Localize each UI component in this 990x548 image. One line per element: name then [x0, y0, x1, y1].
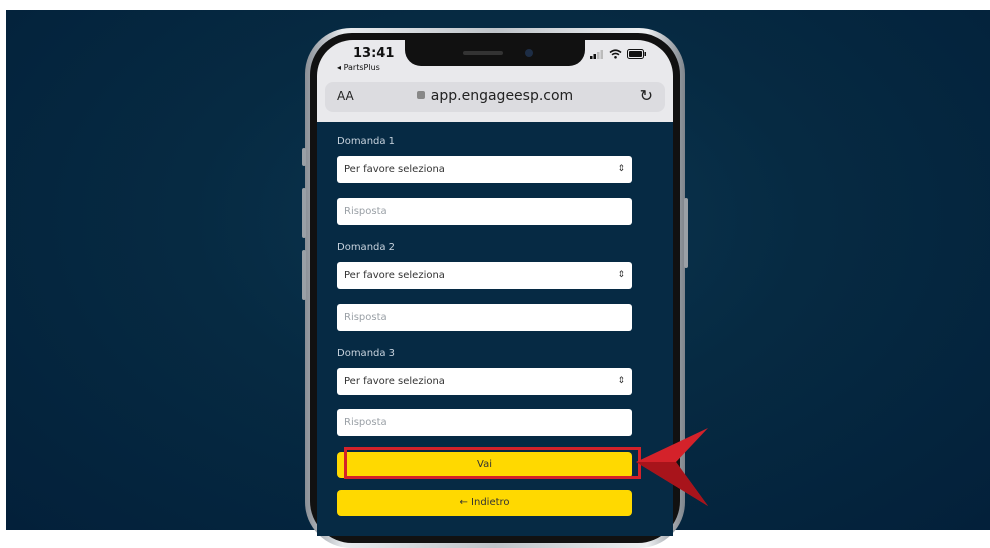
volume-up-button	[302, 188, 306, 238]
question-2-label: Domanda 2	[337, 242, 396, 253]
pointer-arrow-icon	[636, 428, 708, 506]
lock-icon	[416, 91, 425, 99]
question-2-answer-input[interactable]: Risposta	[337, 304, 632, 331]
question-3-select[interactable]: Per favore seleziona ⇕	[337, 368, 632, 395]
question-1-answer-input[interactable]: Risposta	[337, 198, 632, 225]
question-3-label: Domanda 3	[337, 348, 396, 359]
chevron-updown-icon: ⇕	[617, 270, 625, 280]
question-2-select[interactable]: Per favore seleziona ⇕	[337, 262, 632, 289]
question-1-select-value: Per favore seleziona	[344, 164, 445, 175]
status-time: 13:41	[353, 46, 395, 61]
question-3-answer-input[interactable]: Risposta	[337, 409, 632, 436]
status-bar: 13:41 ◂ PartsPlus	[317, 40, 673, 78]
speaker	[463, 51, 503, 55]
battery-icon	[627, 49, 646, 59]
address-bar[interactable]: AA app.engageesp.com ↻	[325, 82, 665, 112]
mute-switch	[302, 148, 306, 166]
reload-icon[interactable]: ↻	[640, 86, 653, 105]
back-app-label: PartsPlus	[343, 63, 380, 72]
chevron-updown-icon: ⇕	[617, 164, 625, 174]
back-to-app-link[interactable]: ◂ PartsPlus	[337, 63, 380, 72]
notch	[405, 40, 585, 66]
submit-button-highlight	[344, 447, 641, 479]
question-3-select-value: Per favore seleziona	[344, 376, 445, 387]
chevron-updown-icon: ⇕	[617, 376, 625, 386]
question-2-select-value: Per favore seleziona	[344, 270, 445, 281]
signal-icon	[590, 49, 603, 59]
power-button	[684, 198, 688, 268]
status-icons	[590, 49, 647, 59]
question-1-label: Domanda 1	[337, 136, 396, 147]
url-display[interactable]: app.engageesp.com	[325, 88, 665, 104]
back-button[interactable]: ← Indietro	[337, 490, 632, 516]
question-1-select[interactable]: Per favore seleziona ⇕	[337, 156, 632, 183]
wifi-icon	[609, 49, 622, 59]
camera	[525, 49, 533, 57]
volume-down-button	[302, 250, 306, 300]
url-text: app.engageesp.com	[430, 88, 574, 104]
